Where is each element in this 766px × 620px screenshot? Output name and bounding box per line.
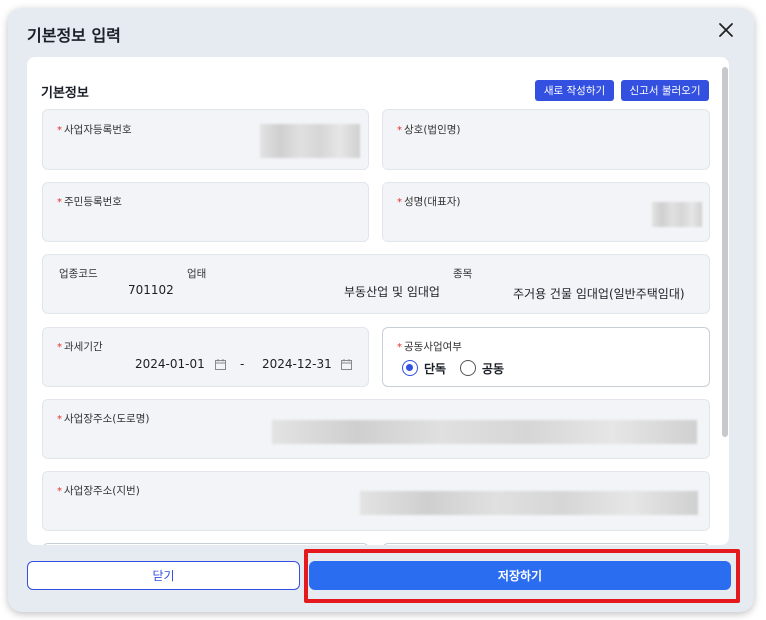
- redacted-value: [360, 491, 698, 515]
- required-mark: *: [397, 125, 402, 136]
- tax-period-label: 과세기간: [64, 341, 103, 353]
- close-button[interactable]: 닫기: [27, 561, 300, 590]
- required-mark: *: [57, 342, 62, 353]
- modal-title: 기본정보 입력: [27, 26, 121, 45]
- form-content: 기본정보 새로 작성하기 신고서 불러오기 * 사업자등록번호 * 상호(법인명) …: [27, 57, 729, 545]
- section-title: 기본정보: [41, 86, 89, 101]
- address-lot-label: 사업장주소(지번): [64, 485, 140, 497]
- tax-period-separator: -: [240, 357, 245, 371]
- resident-reg-no-label: 주민등록번호: [64, 196, 122, 208]
- business-item-value: 주거용 건물 임대업(일반주택임대): [513, 287, 685, 301]
- required-mark: *: [57, 125, 62, 136]
- industry-code-label: 업종코드: [59, 268, 98, 280]
- radio-single[interactable]: [402, 360, 418, 376]
- address-road-label: 사업장주소(도로명): [64, 413, 150, 425]
- required-mark: *: [57, 414, 62, 425]
- industry-code-value: 701102: [128, 283, 174, 297]
- calendar-icon[interactable]: [215, 359, 226, 370]
- redacted-value: [260, 124, 360, 158]
- new-write-button[interactable]: 새로 작성하기: [535, 80, 614, 101]
- close-icon[interactable]: [714, 18, 738, 42]
- basic-info-modal: 기본정보 입력 기본정보 새로 작성하기 신고서 불러오기 * 사업자등록번호 *…: [8, 8, 754, 612]
- scrollbar[interactable]: [722, 67, 728, 437]
- tax-period-start[interactable]: 2024-01-01: [135, 357, 205, 371]
- required-mark: *: [57, 197, 62, 208]
- business-item-label: 종목: [453, 268, 473, 280]
- required-mark: *: [57, 486, 62, 497]
- company-name-label: 상호(법인명): [404, 124, 461, 136]
- required-mark: *: [397, 342, 402, 353]
- joint-business-field: * 공동사업여부 단독 공동: [382, 327, 710, 387]
- address-road-field[interactable]: * 사업장주소(도로명): [42, 399, 710, 459]
- business-type-label: 업태: [187, 268, 207, 280]
- industry-field: 업종코드 701102 업태 부동산업 및 임대업 종목 주거용 건물 임대업(…: [42, 254, 710, 314]
- radio-joint-label: 공동: [482, 362, 505, 376]
- representative-label: 성명(대표자): [404, 196, 461, 208]
- radio-joint[interactable]: [460, 360, 476, 376]
- company-name-field[interactable]: * 상호(법인명): [382, 109, 710, 170]
- address-lot-field[interactable]: * 사업장주소(지번): [42, 471, 710, 531]
- tax-period-field: * 과세기간 2024-01-01 - 2024-12-31: [42, 327, 369, 387]
- redacted-value: [272, 420, 697, 444]
- business-reg-no-label: 사업자등록번호: [64, 124, 132, 136]
- next-field-right[interactable]: [382, 543, 710, 545]
- save-button[interactable]: 저장하기: [309, 561, 731, 590]
- radio-single-label: 단독: [424, 362, 447, 376]
- next-field-left[interactable]: [42, 543, 369, 545]
- joint-business-label: 공동사업여부: [404, 341, 462, 353]
- resident-reg-no-field[interactable]: * 주민등록번호: [42, 182, 369, 242]
- redacted-value: [652, 202, 702, 227]
- tax-period-end[interactable]: 2024-12-31: [262, 357, 332, 371]
- calendar-icon[interactable]: [341, 359, 352, 370]
- representative-field[interactable]: * 성명(대표자): [382, 182, 710, 242]
- required-mark: *: [397, 197, 402, 208]
- business-type-value: 부동산업 및 임대업: [344, 285, 440, 299]
- load-report-button[interactable]: 신고서 불러오기: [621, 80, 709, 101]
- business-reg-no-field[interactable]: * 사업자등록번호: [42, 109, 369, 170]
